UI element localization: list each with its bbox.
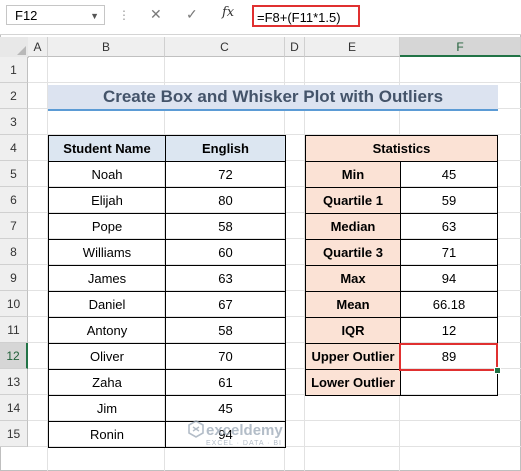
name-box[interactable]: F12 ▼ xyxy=(6,5,105,25)
column-header-f[interactable]: F xyxy=(400,37,521,57)
select-all-corner[interactable] xyxy=(0,37,29,58)
statistic-label-cell: IQR xyxy=(305,317,401,344)
student-name-cell[interactable]: Pope xyxy=(48,213,166,240)
row-header-11[interactable]: 11 xyxy=(0,317,28,343)
statistic-value-cell[interactable]: 45 xyxy=(400,161,498,188)
name-box-value: F12 xyxy=(15,8,38,23)
student-name-cell[interactable]: Zaha xyxy=(48,369,166,396)
column-header-c[interactable]: C xyxy=(165,37,285,57)
column-header-a[interactable]: A xyxy=(28,37,48,57)
row-header-13[interactable]: 13 xyxy=(0,369,28,395)
chevron-down-icon[interactable]: ▼ xyxy=(90,6,99,26)
enter-check-icon[interactable]: ✓ xyxy=(186,6,198,23)
exceldemy-logo-icon xyxy=(188,420,204,438)
statistics-header: Statistics xyxy=(305,135,498,162)
student-name-cell[interactable]: Noah xyxy=(48,161,166,188)
row-header-4[interactable]: 4 xyxy=(0,135,28,161)
student-name-cell[interactable]: Elijah xyxy=(48,187,166,214)
row-header-15[interactable]: 15 xyxy=(0,421,28,447)
student-name-header: Student Name xyxy=(48,135,166,162)
statistic-value-cell[interactable]: 94 xyxy=(400,265,498,292)
english-score-cell[interactable]: 67 xyxy=(165,291,286,318)
row-header-12[interactable]: 12 xyxy=(0,343,28,369)
english-score-cell[interactable]: 60 xyxy=(165,239,286,266)
student-name-cell[interactable]: Antony xyxy=(48,317,166,344)
statistic-value-cell[interactable]: 63 xyxy=(400,213,498,240)
statistic-label-cell: Max xyxy=(305,265,401,292)
row-header-10[interactable]: 10 xyxy=(0,291,28,317)
english-score-cell[interactable]: 45 xyxy=(165,395,286,422)
statistic-label-cell: Lower Outlier xyxy=(305,369,401,396)
english-score-cell[interactable]: 72 xyxy=(165,161,286,188)
exceldemy-watermark: exceldemy EXCEL · DATA · BI xyxy=(188,420,283,447)
row-header-6[interactable]: 6 xyxy=(0,187,28,213)
english-score-cell[interactable]: 58 xyxy=(165,213,286,240)
gridline-row xyxy=(28,82,521,83)
english-header: English xyxy=(165,135,286,162)
english-score-cell[interactable]: 80 xyxy=(165,187,286,214)
statistic-label-cell: Quartile 1 xyxy=(305,187,401,214)
watermark-tagline: EXCEL · DATA · BI xyxy=(206,440,282,447)
divider-icon: ⋮ xyxy=(118,8,130,22)
student-name-cell[interactable]: Williams xyxy=(48,239,166,266)
statistic-value-cell[interactable]: 66.18 xyxy=(400,291,498,318)
statistic-label-cell: Quartile 3 xyxy=(305,239,401,266)
statistic-value-cell[interactable]: 12 xyxy=(400,317,498,344)
statistic-label-cell: Min xyxy=(305,161,401,188)
column-header-b[interactable]: B xyxy=(48,37,165,57)
formula-bar: F12 ▼ ⋮ ✕ ✓ fx =F8+(F11*1.5) xyxy=(0,0,521,35)
fill-handle[interactable] xyxy=(494,367,501,374)
student-name-cell[interactable]: Ronin xyxy=(48,421,166,448)
row-header-5[interactable]: 5 xyxy=(0,161,28,187)
statistic-label-cell: Upper Outlier xyxy=(305,343,401,370)
watermark-name: exceldemy xyxy=(206,422,283,439)
statistic-value-cell[interactable] xyxy=(400,369,498,396)
student-name-cell[interactable]: Jim xyxy=(48,395,166,422)
statistic-value-cell[interactable]: 71 xyxy=(400,239,498,266)
statistic-label-cell: Median xyxy=(305,213,401,240)
english-score-cell[interactable]: 61 xyxy=(165,369,286,396)
row-header-1[interactable]: 1 xyxy=(0,57,28,83)
english-score-cell[interactable]: 70 xyxy=(165,343,286,370)
cancel-icon[interactable]: ✕ xyxy=(150,6,162,23)
student-name-cell[interactable]: Daniel xyxy=(48,291,166,318)
row-header-3[interactable]: 3 xyxy=(0,109,28,135)
statistic-value-cell[interactable]: 59 xyxy=(400,187,498,214)
row-header-8[interactable]: 8 xyxy=(0,239,28,265)
active-cell-highlight xyxy=(399,343,498,371)
column-header-d[interactable]: D xyxy=(285,37,305,57)
formula-input[interactable]: =F8+(F11*1.5) xyxy=(252,5,360,27)
student-name-cell[interactable]: James xyxy=(48,265,166,292)
row-header-9[interactable]: 9 xyxy=(0,265,28,291)
english-score-cell[interactable]: 58 xyxy=(165,317,286,344)
student-name-cell[interactable]: Oliver xyxy=(48,343,166,370)
insert-function-icon[interactable]: fx xyxy=(222,5,234,20)
sheet-title: Create Box and Whisker Plot with Outlier… xyxy=(48,85,498,111)
row-header-2[interactable]: 2 xyxy=(0,83,28,109)
row-header-14[interactable]: 14 xyxy=(0,395,28,421)
column-header-e[interactable]: E xyxy=(305,37,400,57)
row-header-7[interactable]: 7 xyxy=(0,213,28,239)
statistic-label-cell: Mean xyxy=(305,291,401,318)
english-score-cell[interactable]: 63 xyxy=(165,265,286,292)
